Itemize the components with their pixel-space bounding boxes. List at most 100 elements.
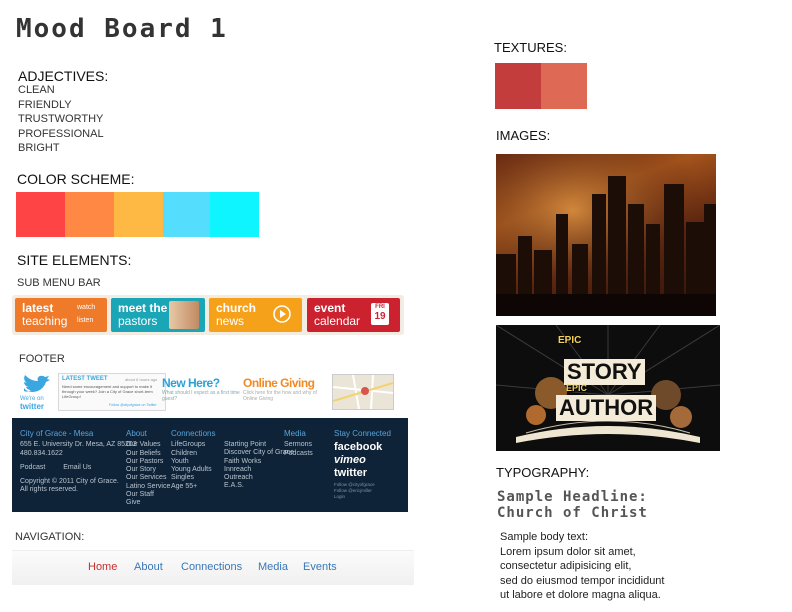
footer-link[interactable]: Give — [126, 499, 170, 507]
follow-link[interactable]: Follow @cityofgrace on Twitter — [109, 403, 157, 407]
texture-swatch — [541, 63, 587, 109]
tile-label: calendar — [314, 314, 361, 328]
body-line: sed do eiusmod tempor incididunt — [500, 574, 665, 587]
body-line: ut labore et dolore magna aliqua. — [500, 589, 661, 601]
footer-link[interactable]: Outreach — [224, 474, 294, 482]
footer-link[interactable]: Our Pastors — [126, 458, 170, 466]
poster-word: STORY — [564, 359, 645, 385]
footer-media-heading: Media — [284, 429, 306, 438]
tile-latest-teaching[interactable]: latest teaching watch listen — [15, 298, 107, 332]
footer-link[interactable]: Latino Service — [126, 483, 170, 491]
navigation-bar: Home About Connections Media Events — [12, 550, 414, 585]
poster-word: AUTHOR — [556, 395, 657, 421]
footer-link[interactable]: Our Beliefs — [126, 450, 170, 458]
tile-label: teaching — [22, 314, 68, 328]
adjective: FRIENDLY — [18, 98, 72, 111]
online-giving-sub: Click here for the how and why of Online… — [243, 390, 317, 402]
footer-link[interactable]: Young Adults — [171, 466, 215, 474]
textures-heading: TEXTURES: — [494, 40, 567, 55]
podcast-link[interactable]: Podcast — [20, 464, 45, 471]
navigation-label: NAVIGATION: — [15, 531, 85, 543]
sample-headline: Sample Headline: Church of Christ — [497, 489, 648, 521]
footer-label: FOOTER — [19, 353, 65, 365]
nav-media[interactable]: Media — [258, 561, 288, 573]
calendar-date: 19 — [374, 311, 386, 322]
headline-line: Church of Christ — [497, 505, 648, 521]
tile-label: news — [216, 314, 245, 328]
watch-link[interactable]: watch — [77, 304, 95, 311]
footer-link[interactable]: Sermons — [284, 441, 313, 449]
online-giving-link[interactable]: Online Giving — [243, 376, 315, 390]
city-skyline-image — [496, 154, 716, 316]
footer-stay-connected-heading: Stay Connected — [334, 429, 391, 438]
adjective: PROFESSIONAL — [18, 127, 104, 140]
footer: City of Grace - Mesa 655 E. University D… — [12, 418, 408, 512]
color-swatch — [163, 192, 212, 237]
footer-link[interactable]: Age 55+ — [171, 483, 215, 491]
footer-link[interactable]: Our Staff — [126, 491, 170, 499]
footer-about-heading: About — [126, 429, 147, 438]
latest-tweet-box: LATEST TWEET about 6 hours ago Need some… — [58, 373, 166, 411]
sub-menu-label: SUB MENU BAR — [17, 277, 101, 289]
footer-link[interactable]: Podcasts — [284, 450, 313, 458]
color-scheme-heading: COLOR SCHEME: — [17, 171, 135, 187]
footer-link[interactable]: E.A.S. — [224, 482, 294, 490]
body-line: Sample body text: — [500, 531, 589, 543]
adjectives-list: CLEAN FRIENDLY TRUSTWORTHY PROFESSIONAL … — [18, 83, 104, 156]
footer-strip: We're on twitter LATEST TWEET about 6 ho… — [12, 372, 408, 412]
new-here-sub: What should I expect as a first time gue… — [162, 390, 240, 402]
tweet-text: Need some encouragement and support to m… — [62, 384, 153, 399]
color-swatch — [210, 192, 259, 237]
tile-label: pastors — [118, 314, 158, 328]
tile-meet-the-pastors[interactable]: meet the pastors — [111, 298, 205, 332]
listen-link[interactable]: listen — [77, 317, 93, 324]
footer-link[interactable]: Our Story — [126, 466, 170, 474]
map-thumbnail[interactable] — [332, 374, 394, 410]
play-icon — [273, 305, 291, 328]
epic-story-poster-image: EPIC STORY EPIC AUTHOR — [496, 325, 720, 451]
footer-link[interactable]: Faith Works — [224, 458, 294, 466]
footer-link[interactable]: Youth — [171, 458, 215, 466]
footer-rights: All rights reserved. — [20, 486, 78, 494]
footer-link[interactable]: Innreach — [224, 466, 294, 474]
facebook-link[interactable]: facebook — [334, 441, 391, 454]
latest-tweet-title: LATEST TWEET — [62, 376, 108, 382]
nav-events[interactable]: Events — [303, 561, 337, 573]
pastors-photo — [169, 301, 199, 329]
tile-label: latest — [22, 301, 54, 315]
twitter-link[interactable]: twitter — [334, 467, 391, 480]
poster-word: EPIC — [558, 335, 582, 346]
email-link[interactable]: Email Us — [63, 464, 91, 471]
footer-link[interactable]: Our Values — [126, 441, 170, 449]
color-swatch — [65, 192, 114, 237]
tile-event-calendar[interactable]: event calendar FRI 19 — [307, 298, 400, 332]
adjectives-heading: ADJECTIVES: — [18, 68, 109, 84]
tweet-time: about 6 hours ago — [125, 377, 158, 382]
sample-body-text: Sample body text: Lorem ipsum dolor sit … — [500, 530, 664, 603]
nav-home[interactable]: Home — [88, 561, 117, 573]
footer-link[interactable]: Children — [171, 450, 215, 458]
adjective: CLEAN — [18, 84, 55, 96]
nav-connections[interactable]: Connections — [181, 561, 242, 573]
footer-link[interactable]: LifeGroups — [171, 441, 215, 449]
footer-connections-heading: Connections — [171, 429, 216, 438]
footer-address: 655 E. University Dr. Mesa, AZ 85203 — [20, 441, 137, 449]
new-here-link[interactable]: New Here? — [162, 376, 220, 390]
body-line: consectetur adipisicing elit, — [500, 560, 632, 572]
poster-word: EPIC — [566, 383, 588, 393]
footer-link[interactable]: Our Services — [126, 474, 170, 482]
footer-link[interactable]: Singles — [171, 474, 215, 482]
headline-line: Sample Headline: — [497, 489, 648, 505]
tile-church-news[interactable]: church news — [209, 298, 302, 332]
vimeo-link[interactable]: vimeo — [334, 454, 391, 467]
site-elements-heading: SITE ELEMENTS: — [17, 252, 132, 268]
nav-about[interactable]: About — [134, 561, 163, 573]
footer-copyright: Copyright © 2011 City of Grace. — [20, 478, 119, 486]
tile-label: church — [216, 301, 257, 315]
stay-link[interactable]: Login — [334, 494, 391, 500]
tile-label: event — [314, 301, 346, 315]
adjective: BRIGHT — [18, 142, 60, 154]
typography-heading: TYPOGRAPHY: — [496, 465, 590, 480]
color-swatch — [16, 192, 65, 237]
footer-church-name: City of Grace - Mesa — [20, 429, 94, 438]
